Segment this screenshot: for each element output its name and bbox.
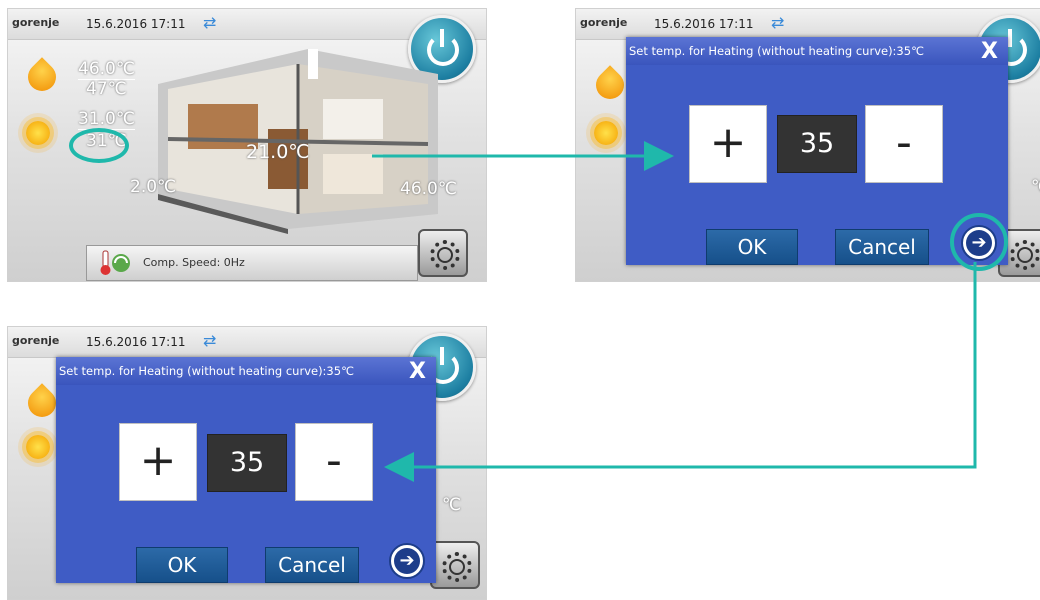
arrow-to-result [384,262,977,482]
flow-arrows [372,141,977,482]
